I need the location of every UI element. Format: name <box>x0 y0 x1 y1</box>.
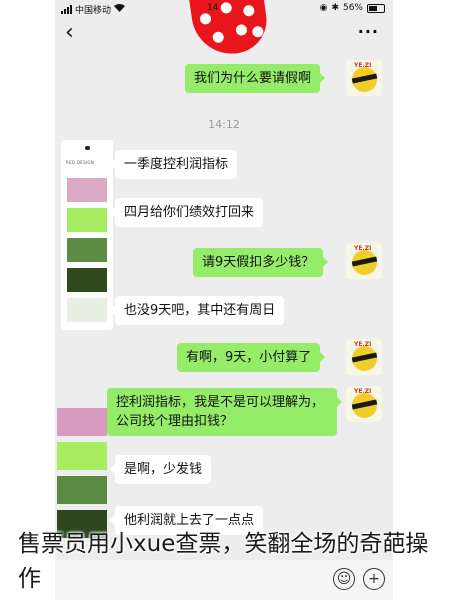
palette-card: RED DESIGN <box>61 140 113 330</box>
more-icon[interactable]: ··· <box>358 22 379 41</box>
color-swatch-lower <box>57 476 107 504</box>
color-swatch <box>67 268 107 292</box>
message-bubble-incoming[interactable]: 一季度控利润指标 <box>109 150 238 179</box>
message-bubble-outgoing[interactable]: 我们为什么要请假啊 <box>185 64 326 93</box>
message-bubble-incoming[interactable]: 也没9天吧，其中还有周日 <box>109 296 285 325</box>
caption-overlay: 售票员用小xue查票，笑翻全场的奇葩操作 <box>18 531 429 592</box>
message-bubble-outgoing[interactable]: 有啊，9天，小付算了 <box>177 343 326 372</box>
message-bubble-incoming[interactable]: 是啊，少发钱 <box>109 455 212 484</box>
chat-screen: 中国移动 ◉ ✱ 56% 14 ‹ ··· 我们为什么要请假啊 YE.ZI 14… <box>55 0 393 600</box>
color-swatch <box>67 298 107 322</box>
message-bubble-incoming[interactable]: 四月给你们绩效打回来 <box>109 198 264 227</box>
battery-icon <box>367 3 385 13</box>
battery-percent: 56% <box>342 3 363 13</box>
message-bubble-outgoing[interactable]: 控利润指标，我是不是可以理解为，公司找个理由扣钱？ <box>107 388 342 436</box>
wifi-icon <box>114 4 126 15</box>
color-swatch <box>67 238 107 262</box>
color-swatch <box>67 208 107 232</box>
bluetooth-icon: ✱ <box>331 3 339 13</box>
back-arrow-icon[interactable]: ‹ <box>65 22 74 44</box>
avatar[interactable]: YE.ZI <box>346 243 382 279</box>
status-time: 14 <box>207 3 219 13</box>
avatar[interactable]: YE.ZI <box>346 339 382 375</box>
alarm-icon: ◉ <box>319 3 328 13</box>
avatar[interactable]: YE.ZI <box>346 60 382 96</box>
palette-logo-icon <box>85 146 90 150</box>
palette-label: RED DESIGN <box>66 160 95 165</box>
color-swatch-lower <box>57 408 107 436</box>
signal-icon <box>61 5 72 14</box>
carrier-name: 中国移动 <box>75 6 112 16</box>
nav-bar: ‹ ··· <box>55 18 393 50</box>
color-swatch <box>67 178 107 202</box>
avatar[interactable]: YE.ZI <box>346 386 382 422</box>
message-bubble-outgoing[interactable]: 请9天假扣多少钱？ <box>193 248 329 277</box>
timestamp: 14:12 <box>208 118 240 131</box>
color-swatch-lower <box>57 442 107 470</box>
